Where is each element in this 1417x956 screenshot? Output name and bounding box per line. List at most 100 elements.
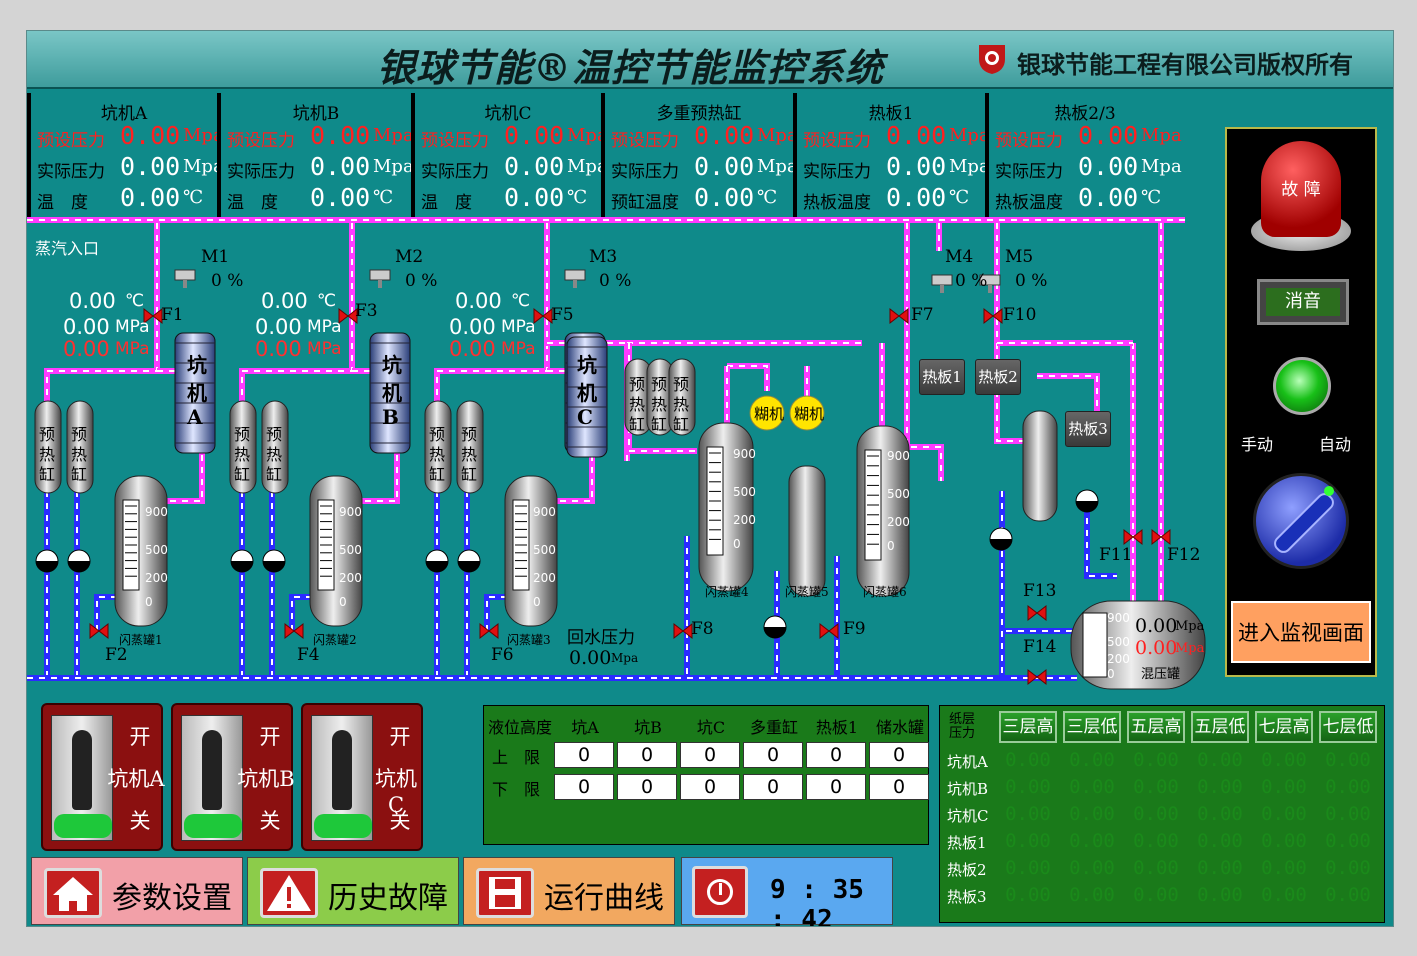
- level-row-label: 下 限: [492, 780, 541, 799]
- gauge-tick: 200: [1107, 651, 1130, 666]
- mode-selector-knob[interactable]: [1253, 473, 1349, 569]
- level-input[interactable]: 0: [617, 742, 677, 768]
- motor-valve: [174, 269, 196, 288]
- level-input[interactable]: 0: [869, 742, 929, 768]
- valve-label: F7: [911, 305, 934, 325]
- level-col-header: 坑B: [634, 718, 662, 737]
- control-valve: [889, 307, 909, 325]
- hotplate-3[interactable]: 热板3: [1065, 411, 1111, 447]
- save-icon[interactable]: [476, 868, 534, 918]
- pressure-gauge: [457, 549, 481, 573]
- pressure-gauge: [262, 549, 286, 573]
- machine-switch[interactable]: 开坑机C 关: [301, 703, 423, 851]
- flash-tank-label: 闪蒸罐1: [119, 633, 163, 647]
- toggle-handle[interactable]: [311, 715, 373, 841]
- manual-label: 手动: [1241, 435, 1274, 454]
- preheat-label: 缸: [266, 465, 283, 484]
- gauge-tick: 0: [145, 595, 153, 609]
- pressure-value: 0.00: [1261, 884, 1307, 906]
- level-input[interactable]: 0: [554, 742, 614, 768]
- level-input[interactable]: 0: [743, 742, 803, 768]
- flash-tank-label: 闪蒸罐3: [507, 633, 551, 647]
- pressure-gauge: [989, 527, 1013, 551]
- toggle-handle[interactable]: [51, 715, 113, 841]
- level-input[interactable]: 0: [806, 774, 866, 800]
- hmi-screen: 银球节能®温控节能监控系统 银球节能工程有限公司版权所有 坑机A 预设压力 0.00…: [26, 30, 1394, 927]
- hotplate-1[interactable]: 热板1: [919, 359, 965, 395]
- warning-icon[interactable]: [260, 868, 318, 918]
- level-input[interactable]: 0: [806, 742, 866, 768]
- layer-button[interactable]: 三层高: [999, 711, 1057, 743]
- level-input[interactable]: 0: [680, 774, 740, 800]
- set-pressure-unit: MPa: [115, 339, 150, 359]
- level-input[interactable]: 0: [617, 774, 677, 800]
- motor-label: M4: [945, 247, 974, 267]
- pressure-value: 0.00: [1005, 776, 1051, 798]
- paste-machine-label: 糊机: [794, 405, 825, 423]
- machine-switch[interactable]: 开坑机B 关: [171, 703, 295, 851]
- pit-machine-label: A: [187, 405, 203, 429]
- return-pressure-label: 回水压力: [567, 628, 635, 648]
- clock-panel: 9 : 35 : 42: [681, 857, 893, 926]
- level-input[interactable]: 0: [869, 774, 929, 800]
- enter-monitor-button[interactable]: 进入监视画面: [1231, 601, 1371, 663]
- temp-unit: ℃: [125, 291, 145, 311]
- gauge-tick: 200: [145, 571, 168, 585]
- pressure-value: 0.00: [1197, 749, 1243, 771]
- layer-button[interactable]: 三层低: [1063, 711, 1121, 743]
- pressure-value: 0.00: [1069, 776, 1115, 798]
- valve-label: F2: [105, 645, 128, 665]
- clock-icon[interactable]: [692, 866, 748, 918]
- pressure-value: 0.00: [255, 315, 302, 339]
- motor-percent: 0 %: [955, 271, 988, 291]
- gauge-tick: 200: [733, 513, 756, 527]
- machine-switch[interactable]: 开坑机A 关: [41, 703, 165, 851]
- flash-tank-label: 闪蒸罐2: [313, 633, 357, 647]
- gauge-tick: 500: [887, 487, 910, 501]
- pressure-value: 0.00: [1005, 857, 1051, 879]
- hotplate-2[interactable]: 热板2: [975, 359, 1021, 395]
- mix-tank-unit-2: Mpa: [1175, 641, 1205, 656]
- valve-label: F13: [1023, 581, 1057, 601]
- pressure-value: 0.00: [449, 315, 496, 339]
- pressure-value: 0.00: [1325, 803, 1371, 825]
- mix-tank-value-1: 0.00: [1135, 615, 1178, 637]
- pressure-value: 0.00: [1197, 884, 1243, 906]
- nav-warning[interactable]: 历史故障: [247, 857, 459, 925]
- toggle-handle[interactable]: [181, 715, 243, 841]
- control-valve: [673, 622, 693, 640]
- pressure-gauge: [763, 615, 787, 639]
- switch-off-label: 关: [259, 809, 281, 833]
- gauge-tick: 500: [733, 485, 756, 499]
- mute-button[interactable]: 消音: [1257, 279, 1349, 325]
- nav-home[interactable]: 参数设置: [31, 857, 243, 925]
- flash-tank-label: 闪蒸罐5: [785, 585, 829, 599]
- pressure-value: 0.00: [1005, 884, 1051, 906]
- level-input[interactable]: 0: [680, 742, 740, 768]
- layer-button[interactable]: 七层低: [1319, 711, 1377, 743]
- toggle-lever: [332, 730, 352, 810]
- pressure-gauge: [35, 549, 59, 573]
- pressure-row-label: 坑机B: [947, 780, 989, 798]
- layer-button[interactable]: 七层高: [1255, 711, 1313, 743]
- home-icon[interactable]: [44, 868, 102, 918]
- switch-name: 坑机B: [237, 767, 295, 791]
- layer-button[interactable]: 五层高: [1127, 711, 1185, 743]
- motor-label: M5: [1005, 247, 1034, 267]
- valve-label: F9: [843, 619, 866, 639]
- valve-label: F11: [1099, 545, 1133, 565]
- pressure-value: 0.00: [1005, 803, 1051, 825]
- nav-label: 运行曲线: [544, 881, 664, 916]
- nav-save[interactable]: 运行曲线: [463, 857, 675, 925]
- nav-label: 历史故障: [328, 881, 448, 916]
- switch-name: 坑机A: [107, 767, 165, 791]
- gauge-tick: 500: [145, 543, 168, 557]
- layer-button[interactable]: 五层低: [1191, 711, 1249, 743]
- level-input[interactable]: 0: [743, 774, 803, 800]
- pressure-value: 0.00: [1069, 749, 1115, 771]
- gauge-tick: 0: [1107, 666, 1115, 681]
- preheat-label: 缸: [629, 415, 646, 434]
- level-input[interactable]: 0: [554, 774, 614, 800]
- pressure-value: 0.00: [1325, 830, 1371, 852]
- steam-inlet-label: 蒸汽入口: [35, 239, 100, 258]
